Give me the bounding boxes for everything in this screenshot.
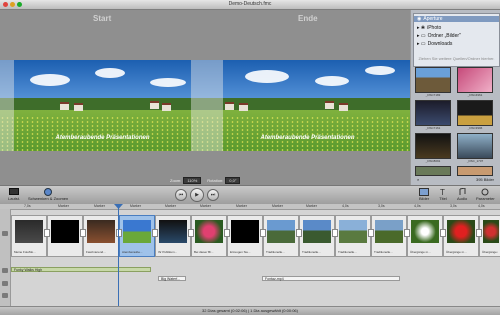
playhead[interactable] xyxy=(118,204,119,306)
transition-marker[interactable] xyxy=(368,229,374,237)
playback-controls: ⏮ ▶ ⏭ xyxy=(175,188,219,202)
end-crop-frame[interactable] xyxy=(205,60,223,151)
transition-marker[interactable] xyxy=(188,229,194,237)
start-label: Start xyxy=(93,14,112,23)
slide-clip[interactable]: Übergänge m... xyxy=(479,215,500,257)
title-button[interactable]: T Titel xyxy=(438,188,448,201)
slide-track: Meine FotoMo... Faszinierend... Atembera… xyxy=(11,215,500,257)
slide-clip[interactable]: Meine FotoMo... xyxy=(11,215,47,257)
folder-icon: ▸ ▭ xyxy=(417,33,426,39)
transition-marker[interactable] xyxy=(260,229,266,237)
pan-zoom-editor: Start Ende Atemberaubende Präsentationen… xyxy=(0,10,410,185)
display-button[interactable]: Lautst. xyxy=(8,188,20,201)
slide-clip[interactable]: Übergänge m... xyxy=(443,215,479,257)
pan-zoom-button[interactable]: Schwenken & Zoomen xyxy=(28,188,68,201)
rotation-field[interactable]: 0,0° xyxy=(225,177,241,184)
browser-status: ⌕ 395 Bilder xyxy=(411,177,500,182)
end-preview-image[interactable]: Atemberaubende Präsentationen xyxy=(205,60,410,151)
source-iphoto[interactable]: ▸ ❀ iPhoto xyxy=(417,25,441,31)
transition-marker[interactable] xyxy=(296,229,302,237)
audio-track-icon xyxy=(2,268,8,273)
start-crop-frame[interactable] xyxy=(0,60,205,151)
media-browser: ◉ Aperture ▸ ❀ iPhoto ▸ ▭ Ordner „Bilder… xyxy=(411,10,500,185)
end-caption: Atemberaubende Präsentationen xyxy=(260,135,355,141)
folder-icon: ▸ ▭ xyxy=(417,41,426,47)
thumbnail-grid: _DSC7183 _DSC4961 _DSC7161 _DSC3996 _DSC… xyxy=(415,67,495,176)
source-list: ◉ Aperture ▸ ❀ iPhoto ▸ ▭ Ordner „Bilder… xyxy=(413,13,500,67)
parameter-icon xyxy=(481,188,489,196)
slide-clip[interactable] xyxy=(47,215,83,257)
transition-marker[interactable] xyxy=(152,229,158,237)
slide-clip[interactable]: Bei dieser Br... xyxy=(191,215,227,257)
timeline-ruler: 7,0s Marker Marker Marker Marker Marker … xyxy=(0,204,500,210)
slide-clip[interactable]: Erzeugen Sie... xyxy=(227,215,263,257)
slide-clip[interactable]: Ihr Publikum... xyxy=(155,215,191,257)
slide-clip[interactable]: Traditionelle... xyxy=(263,215,299,257)
source-downloads[interactable]: ▸ ▭ Downloads xyxy=(417,41,452,47)
slide-clip[interactable]: Traditionelle... xyxy=(371,215,407,257)
previous-icon: ⏮ xyxy=(178,192,184,198)
image-count: 395 Bilder xyxy=(475,177,494,182)
pan-zoom-icon xyxy=(44,188,53,196)
thumbnail-item[interactable]: _DSC7161 xyxy=(415,100,451,130)
transition-marker[interactable] xyxy=(44,229,50,237)
slide-clip[interactable]: Traditionelle... xyxy=(299,215,335,257)
slide-clip[interactable]: Traditionelle... xyxy=(335,215,371,257)
note-clip[interactable]: Fontaz-mp4 xyxy=(262,276,400,281)
thumbnail-item[interactable]: _DSC3996 xyxy=(457,100,493,130)
title-icon: T xyxy=(440,188,445,196)
transition-marker[interactable] xyxy=(476,229,482,237)
timeline: 7,0s Marker Marker Marker Marker Marker … xyxy=(0,204,500,306)
title-bar: Demo-Deutsch.fmc xyxy=(0,0,500,10)
svg-text:T: T xyxy=(440,188,445,196)
play-icon: ▶ xyxy=(195,192,199,198)
note-clip[interactable]: Big Waterf... xyxy=(158,276,186,281)
thumbnail-item[interactable]: _DSC4961 xyxy=(457,67,493,97)
transition-marker[interactable] xyxy=(332,229,338,237)
thumbnail-item[interactable] xyxy=(457,166,493,176)
search-icon[interactable]: ⌕ xyxy=(417,177,419,182)
thumbnail-item[interactable]: _DSC7183 xyxy=(415,67,451,97)
thumbnail-item[interactable]: _DSC_1707 xyxy=(457,133,493,163)
next-button[interactable]: ⏭ xyxy=(207,189,219,201)
zoom-rotation-controls: Zoom: 110% Rotation: 0,0° xyxy=(170,177,241,184)
end-label: Ende xyxy=(298,14,318,23)
transition-marker[interactable] xyxy=(404,229,410,237)
iphoto-icon: ▸ ❀ xyxy=(417,25,426,31)
audio-clip[interactable]: Funky Walks High xyxy=(11,267,151,272)
notes-track-icon xyxy=(2,293,8,298)
slide-clip[interactable]: Faszinierend... xyxy=(83,215,119,257)
transition-marker[interactable] xyxy=(440,229,446,237)
slide-clip[interactable]: Übergänge m... xyxy=(407,215,443,257)
zoom-field[interactable]: 110% xyxy=(183,177,202,184)
slides-track-icon xyxy=(2,231,8,236)
transition-marker[interactable] xyxy=(80,229,86,237)
next-icon: ⏭ xyxy=(210,192,216,198)
thumbnail-item[interactable] xyxy=(415,166,451,176)
previous-button[interactable]: ⏮ xyxy=(175,189,187,201)
track-icons xyxy=(0,209,11,306)
aperture-icon: ◉ xyxy=(417,16,422,22)
main-toolbar: Lautst. Schwenken & Zoomen ⏮ ▶ ⏭ Bilder … xyxy=(0,185,500,205)
slide-clip[interactable]: Atemberaube... xyxy=(119,215,155,257)
pictures-button[interactable]: Bilder xyxy=(419,188,429,201)
transition-marker[interactable] xyxy=(224,229,230,237)
parameter-button[interactable]: Parameter xyxy=(476,188,495,201)
audio-button[interactable]: Audio xyxy=(457,188,467,201)
display-icon xyxy=(9,188,19,195)
pictures-icon xyxy=(419,188,430,196)
notes-track-icon xyxy=(2,281,8,286)
source-aperture[interactable]: ◉ Aperture xyxy=(414,16,499,22)
window-title: Demo-Deutsch.fmc xyxy=(228,1,272,7)
play-button[interactable]: ▶ xyxy=(190,188,204,202)
source-hint: Ziehen Sie weitere Quellen/Ordner hierhe… xyxy=(418,56,495,61)
audio-icon xyxy=(459,188,466,195)
rotation-label: Rotation: xyxy=(207,178,224,183)
thumbnail-item[interactable]: _DSC8091 xyxy=(415,133,451,163)
zoom-label: Zoom: xyxy=(170,178,182,183)
source-pictures-folder[interactable]: ▸ ▭ Ordner „Bilder" xyxy=(417,33,461,39)
transition-marker[interactable] xyxy=(116,229,122,237)
